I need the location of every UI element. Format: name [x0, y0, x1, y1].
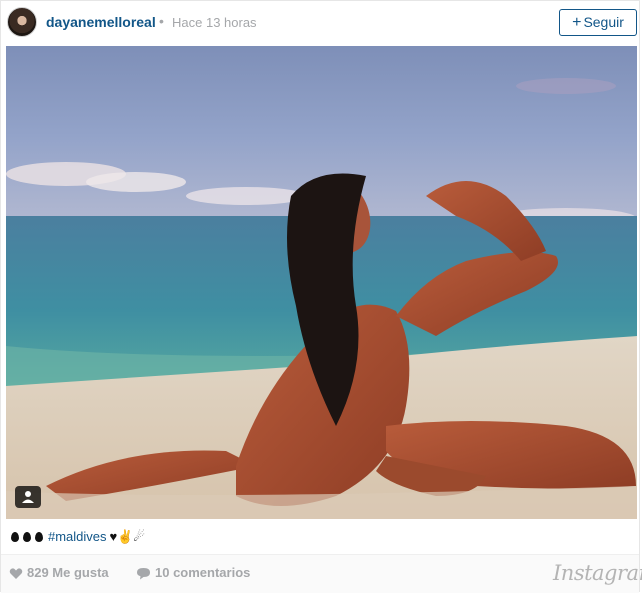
trailing-emoji: ♥✌☄	[109, 529, 146, 544]
plus-icon: +	[572, 14, 582, 31]
post-footer: 829 Me gusta 10 comentarios Instagram	[1, 554, 642, 593]
timestamp[interactable]: Hace 13 horas	[172, 15, 257, 30]
likes-count[interactable]: 829 Me gusta	[9, 565, 109, 580]
post-photo[interactable]	[6, 46, 637, 519]
instagram-embed: dayanemelloreal • Hace 13 horas +Seguir	[0, 0, 642, 593]
instagram-logo[interactable]: Instagram	[553, 561, 642, 585]
likes-label: 829 Me gusta	[27, 565, 109, 580]
drop-emoji-icon	[11, 532, 19, 542]
follow-button[interactable]: + Seguir	[559, 9, 637, 36]
username-link[interactable]: dayanemelloreal	[46, 14, 156, 30]
follow-label: Seguir	[583, 14, 624, 30]
post-header: dayanemelloreal • Hace 13 horas + Seguir	[1, 1, 639, 45]
avatar[interactable]	[7, 7, 37, 37]
user-tag-icon[interactable]	[15, 486, 41, 508]
comments-label: 10 comentarios	[155, 565, 251, 580]
comments-count[interactable]: 10 comentarios	[136, 565, 250, 580]
separator-dot: •	[159, 13, 164, 29]
heart-icon	[9, 568, 23, 579]
caption: #maldives ♥✌☄	[11, 529, 145, 545]
photo-illustration	[6, 46, 637, 519]
drop-emoji-icon	[23, 532, 31, 542]
drop-emoji-icon	[35, 532, 43, 542]
hashtag-link[interactable]: #maldives	[48, 529, 107, 544]
comment-icon	[137, 568, 150, 580]
